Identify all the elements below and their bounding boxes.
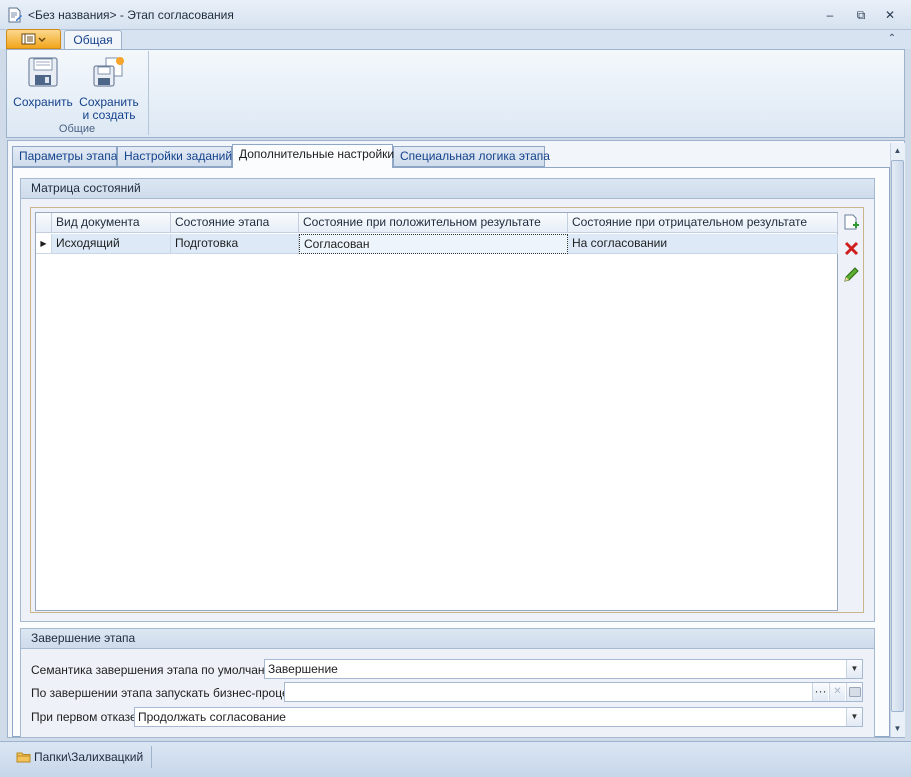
- maximize-button[interactable]: ⧉: [851, 6, 871, 24]
- tab-special-logic[interactable]: Специальная логика этапа: [393, 146, 550, 167]
- tab-stage-parameters[interactable]: Параметры этапа: [12, 146, 117, 167]
- folder-path-text: Папки\Залихвацкий: [34, 750, 144, 764]
- table-cell-focused[interactable]: Согласован: [299, 234, 568, 254]
- column-header[interactable]: Состояние при отрицательном результате: [568, 213, 838, 233]
- semantics-select[interactable]: Завершение ▼: [264, 659, 863, 679]
- business-process-label: По завершении этапа запускать бизнес-про…: [31, 686, 304, 700]
- window-title: <Без названия> - Этап согласования: [28, 8, 234, 22]
- save-new-icon: [93, 57, 124, 87]
- ellipsis-button[interactable]: ···: [812, 683, 828, 701]
- table-cell[interactable]: Исходящий: [52, 234, 171, 254]
- menu-icon: [21, 33, 46, 45]
- chevron-down-icon[interactable]: ▼: [846, 708, 862, 726]
- delete-row-icon[interactable]: [842, 239, 861, 258]
- first-reject-value: Продолжать согласование: [138, 710, 286, 724]
- floppy-disk-icon: [28, 57, 58, 87]
- add-row-icon[interactable]: [842, 213, 861, 232]
- ribbon-tab-strip: [0, 30, 911, 49]
- column-header[interactable]: Состояние при положительном результате: [299, 213, 568, 233]
- semantics-label: Семантика завершения этапа по умолчанию:: [31, 663, 284, 677]
- save-and-create-label-2: и создать: [82, 108, 136, 122]
- row-pointer-icon: ▶: [36, 234, 52, 254]
- column-header[interactable]: Состояние этапа: [171, 213, 299, 233]
- row-indicator-header: [36, 213, 52, 233]
- clear-icon[interactable]: ✕: [829, 683, 845, 701]
- first-reject-select[interactable]: Продолжать согласование ▼: [134, 707, 863, 727]
- scrollbar-thumb[interactable]: [891, 160, 904, 712]
- column-header[interactable]: Вид документа: [52, 213, 171, 233]
- close-button[interactable]: ✕: [880, 6, 900, 24]
- ribbon-group-divider: [148, 51, 149, 135]
- folder-path-button[interactable]: Папки\Залихвацкий: [12, 746, 153, 768]
- tab-task-settings[interactable]: Настройки заданий: [117, 146, 232, 167]
- semantics-value: Завершение: [268, 662, 338, 676]
- minimize-button[interactable]: –: [820, 6, 840, 24]
- save-button[interactable]: Сохранить: [12, 54, 74, 120]
- open-process-icon[interactable]: [846, 683, 862, 701]
- ribbon-tab-general[interactable]: Общая: [64, 30, 122, 50]
- tab-additional-settings[interactable]: Дополнительные настройки: [232, 144, 394, 168]
- edit-row-icon[interactable]: [842, 265, 861, 284]
- table-cell[interactable]: На согласовании: [568, 234, 838, 254]
- stage-completion-title: Завершение этапа: [21, 629, 874, 649]
- first-reject-label: При первом отказе:: [31, 710, 141, 724]
- state-matrix-grid[interactable]: Вид документа Состояние этапа Состояние …: [35, 212, 838, 611]
- chevron-down-icon[interactable]: ▼: [846, 660, 862, 678]
- state-matrix-title: Матрица состояний: [21, 179, 874, 199]
- business-process-field[interactable]: ··· ✕: [284, 682, 863, 702]
- table-cell[interactable]: Подготовка: [171, 234, 299, 254]
- folder-icon: [16, 752, 31, 763]
- save-button-label: Сохранить: [13, 95, 73, 109]
- ribbon-group-label: Общие: [58, 123, 96, 135]
- scroll-up-icon[interactable]: ▲: [891, 144, 904, 158]
- application-menu-button[interactable]: [6, 29, 61, 49]
- document-edit-icon: [8, 7, 22, 23]
- ribbon-collapse-icon[interactable]: ⌃: [884, 31, 900, 47]
- save-and-create-button[interactable]: Сохранить и создать: [78, 54, 140, 122]
- scroll-down-icon[interactable]: ▼: [891, 722, 904, 736]
